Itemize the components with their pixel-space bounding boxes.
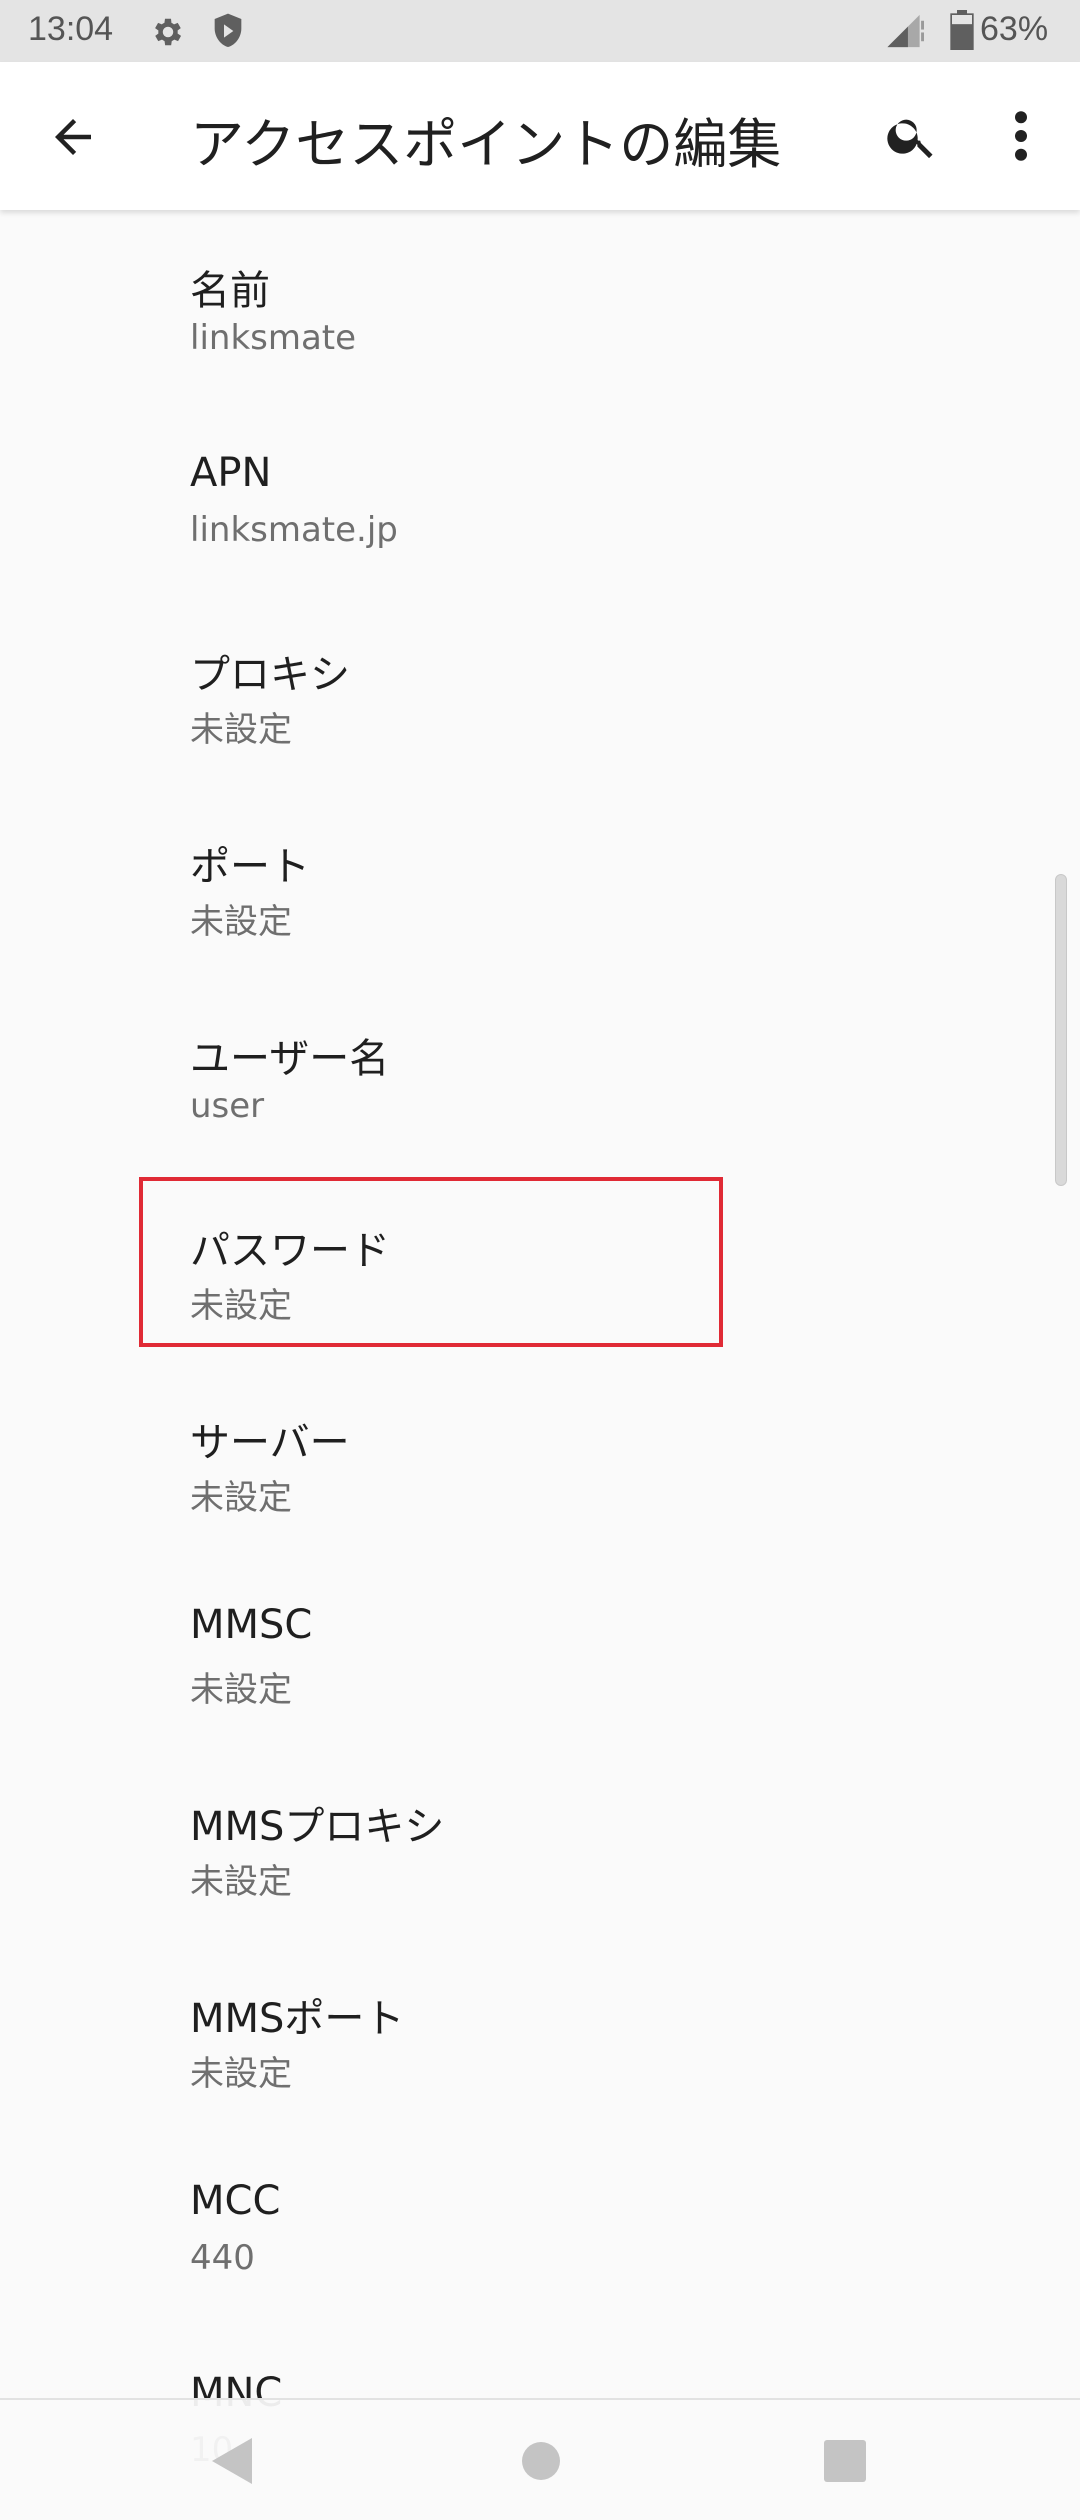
list-item-port[interactable]: ポート 未設定 <box>0 786 1060 978</box>
nav-bar <box>0 2398 1080 2520</box>
list-item-mms-proxy[interactable]: MMSプロキシ 未設定 <box>0 1746 1060 1938</box>
status-bar: 13:04 63% <box>0 0 1080 62</box>
battery-icon <box>950 10 974 50</box>
item-label: 名前 <box>190 268 270 314</box>
list-item-mcc[interactable]: MCC 440 <box>0 2130 1060 2322</box>
app-bar: アクセスポイントの編集 <box>0 62 1080 210</box>
item-value: 未設定 <box>190 1862 292 1902</box>
search-icon[interactable] <box>884 108 940 164</box>
item-label: MMSC <box>190 1602 313 1648</box>
item-label: MCC <box>190 2178 281 2224</box>
scrollbar[interactable] <box>1055 874 1067 1186</box>
item-value: 未設定 <box>190 710 292 750</box>
item-label: ポート <box>190 844 310 890</box>
highlight-box <box>139 1177 723 1347</box>
battery-percent: 63% <box>980 10 1049 48</box>
recents-square-icon[interactable] <box>824 2440 866 2482</box>
item-label: MMSポート <box>190 1996 405 2042</box>
signal-icon <box>887 14 924 48</box>
list-item-proxy[interactable]: プロキシ 未設定 <box>0 594 1060 786</box>
list-item-username[interactable]: ユーザー名 user <box>0 978 1060 1170</box>
item-value: 440 <box>190 2238 255 2278</box>
more-vert-icon[interactable] <box>1006 106 1036 166</box>
status-time: 13:04 <box>28 10 114 48</box>
list-item-name[interactable]: 名前 linksmate <box>0 210 1060 402</box>
list-item-apn[interactable]: APN linksmate.jp <box>0 402 1060 594</box>
item-value: 未設定 <box>190 1670 292 1710</box>
back-arrow-icon[interactable] <box>46 110 100 164</box>
item-label: プロキシ <box>190 652 350 698</box>
item-label: ユーザー名 <box>190 1036 390 1082</box>
item-value: 未設定 <box>190 2054 292 2094</box>
list-item-server[interactable]: サーバー 未設定 <box>0 1362 1060 1554</box>
item-value: 未設定 <box>190 1478 292 1518</box>
back-triangle-icon[interactable] <box>210 2436 254 2486</box>
item-value: 未設定 <box>190 902 292 942</box>
item-value: linksmate.jp <box>190 510 398 550</box>
item-label: サーバー <box>190 1420 350 1466</box>
shield-icon <box>214 13 242 47</box>
list-item-mms-port[interactable]: MMSポート 未設定 <box>0 1938 1060 2130</box>
item-value: linksmate <box>190 318 357 358</box>
item-label: APN <box>190 450 272 496</box>
screen: 13:04 63% アクセスポイントの編集 名前 linksmate APN l… <box>0 0 1080 2520</box>
list-item-mmsc[interactable]: MMSC 未設定 <box>0 1554 1060 1746</box>
item-label: MMSプロキシ <box>190 1804 445 1850</box>
page-title: アクセスポイントの編集 <box>190 113 782 176</box>
gear-icon <box>155 18 182 46</box>
home-circle-icon[interactable] <box>522 2442 560 2480</box>
item-value: user <box>190 1086 265 1126</box>
